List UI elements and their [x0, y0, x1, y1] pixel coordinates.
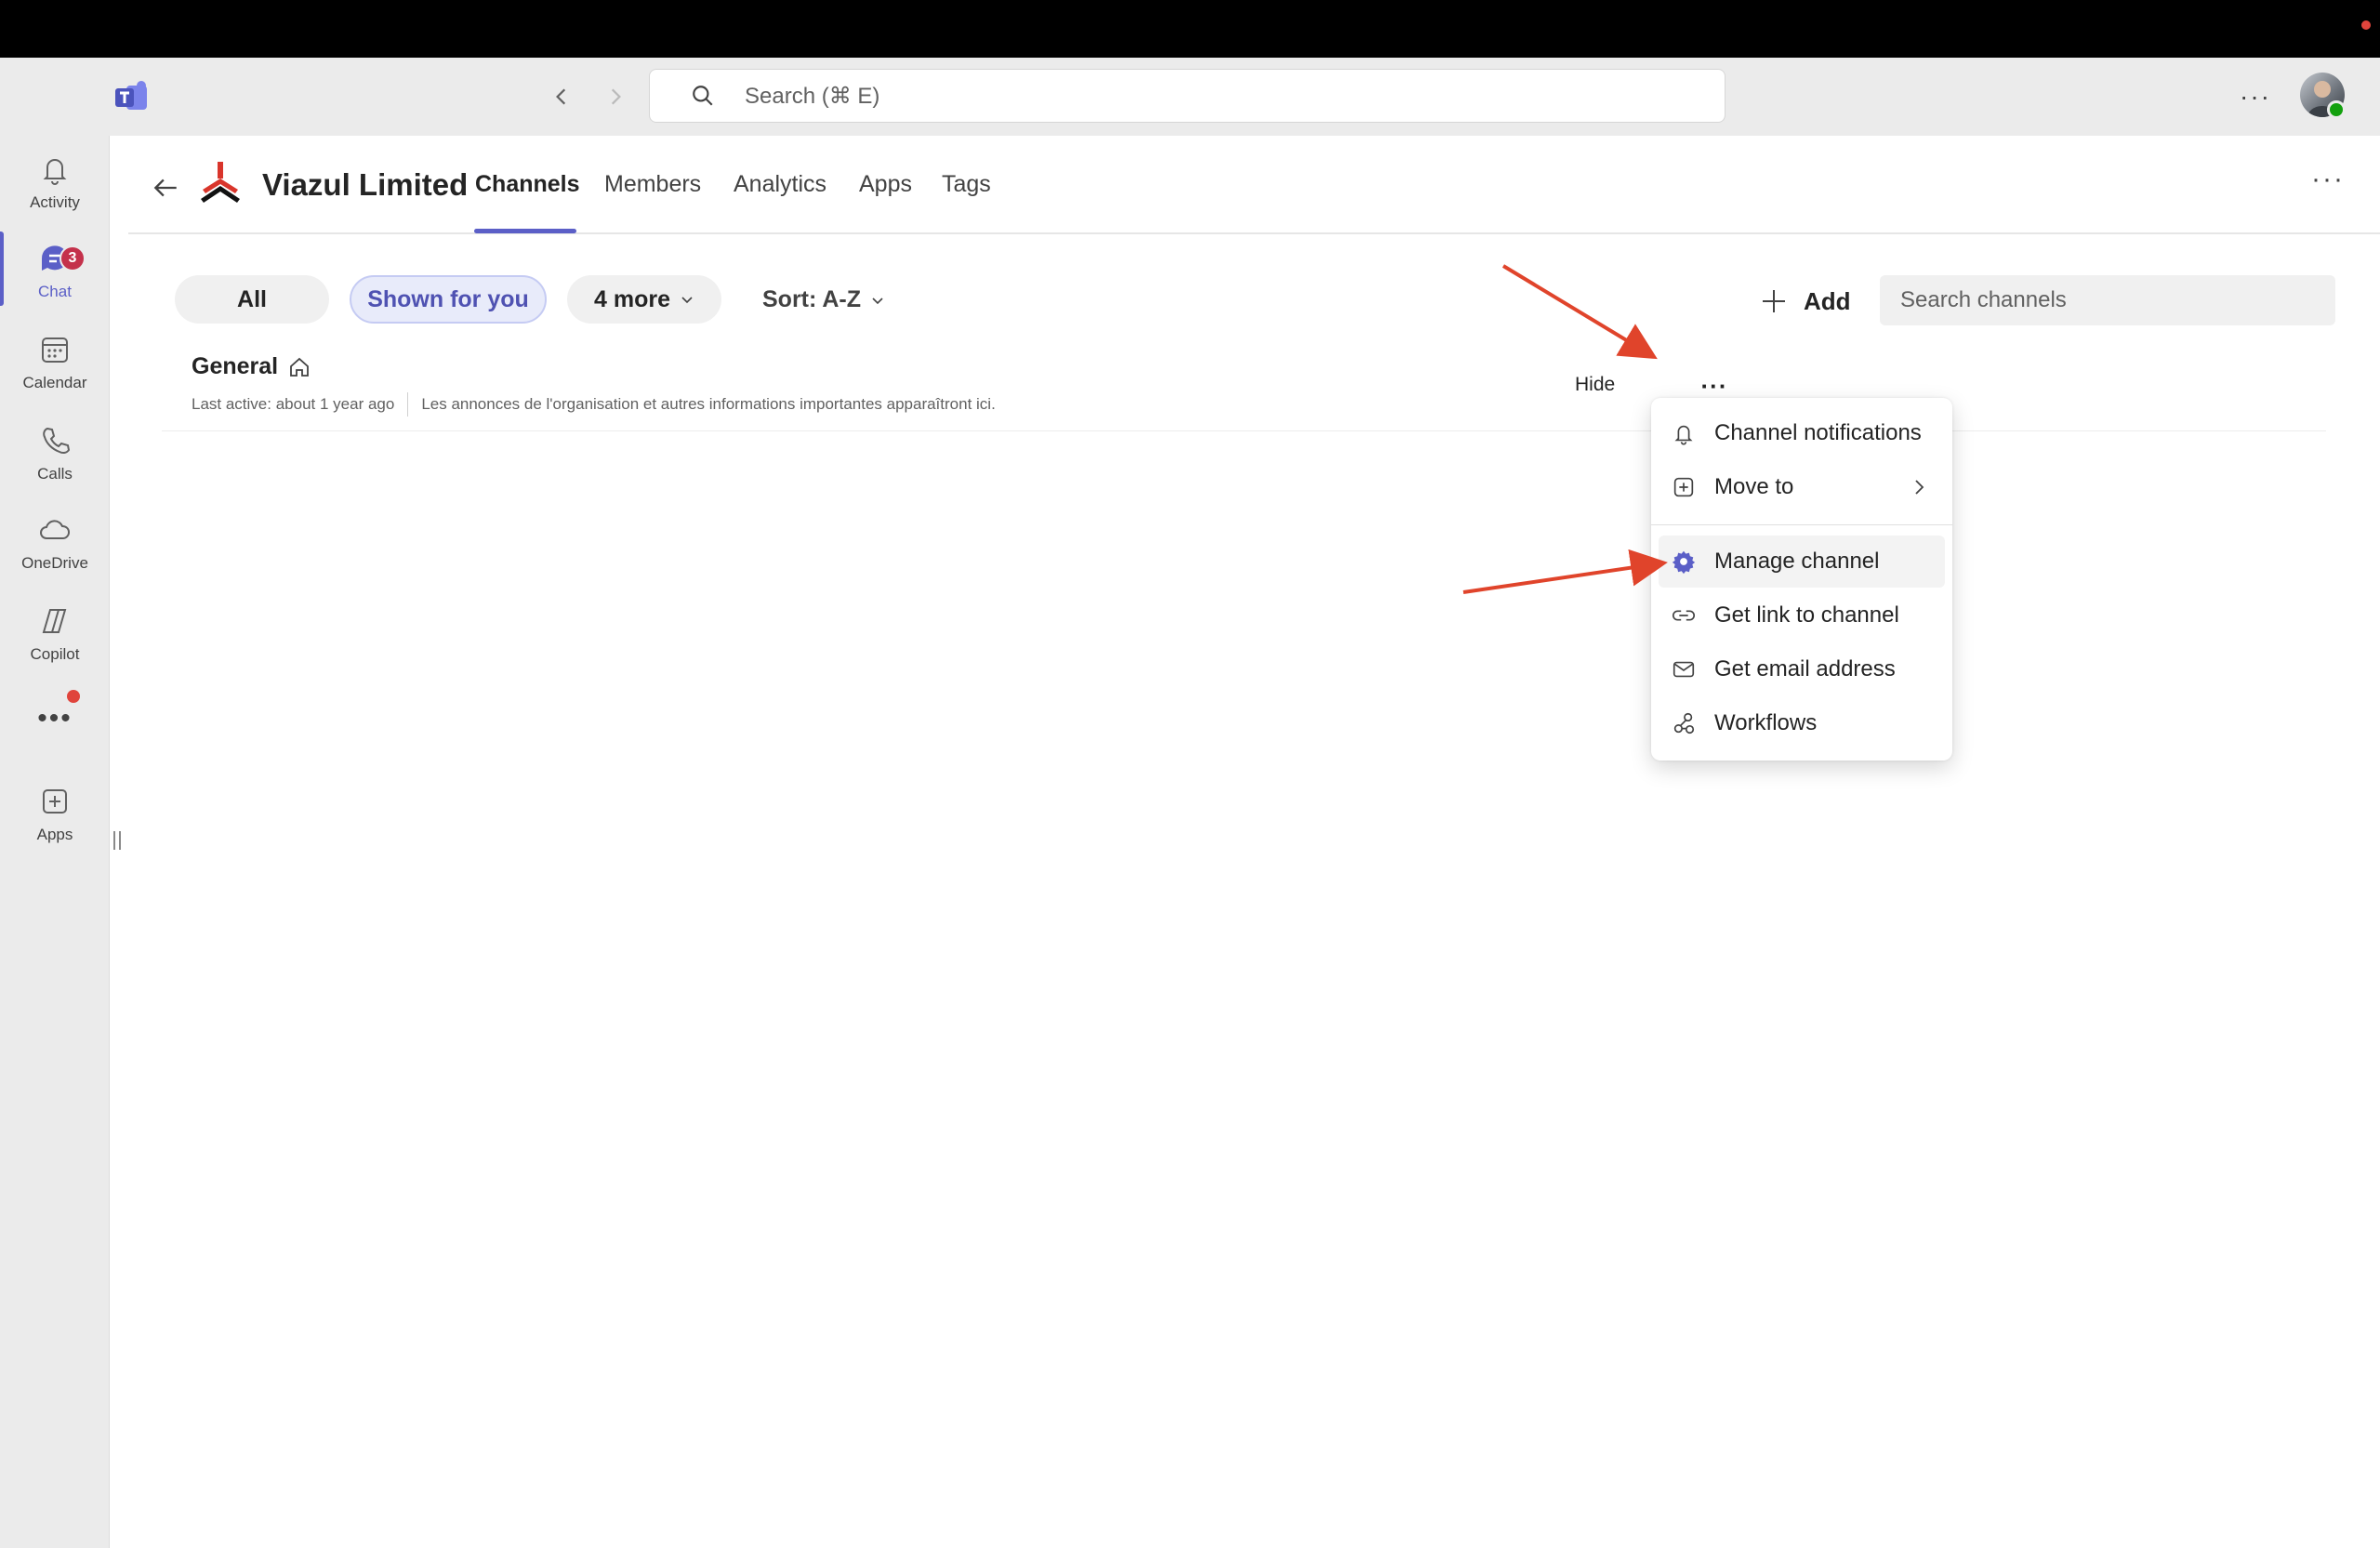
cloud-icon: [40, 520, 70, 539]
forward-navigation-icon[interactable]: [601, 82, 630, 112]
rail-label: Calls: [37, 465, 73, 483]
recording-indicator: [2361, 20, 2371, 30]
tab-tags[interactable]: Tags: [942, 171, 991, 198]
rail-item-chat[interactable]: Chat 3: [0, 240, 110, 320]
unread-badge: 3: [60, 245, 86, 271]
add-channel-button[interactable]: Add: [1759, 283, 1851, 320]
divider: [407, 392, 409, 417]
back-navigation-icon[interactable]: [547, 82, 576, 112]
calendar-icon: [42, 337, 68, 363]
channel-row[interactable]: General Last active: about 1 year ago Le…: [162, 346, 2326, 431]
back-arrow-icon[interactable]: [147, 169, 184, 206]
team-channels-view: Viazul Limited Channels Members Analytic…: [128, 136, 2380, 1548]
more-apps-icon[interactable]: •••: [0, 703, 110, 734]
rail-item-activity[interactable]: Activity: [0, 151, 110, 231]
filter-shown-for-you-button[interactable]: Shown for you: [350, 275, 547, 324]
hide-channel-button[interactable]: Hide: [1575, 374, 1615, 396]
app-rail: Activity Chat 3 Calendar Calls OneDrive …: [0, 136, 110, 1548]
gear-icon: [1670, 548, 1698, 576]
channel-name: General: [192, 353, 311, 380]
menu-item-move-to[interactable]: Move to: [1659, 461, 1945, 513]
channel-description: Les annonces de l'organisation et autres…: [421, 395, 996, 413]
filter-more-label: 4 more: [594, 285, 670, 312]
sort-dropdown[interactable]: Sort: A-Z: [762, 286, 885, 313]
rail-label: Apps: [36, 826, 73, 843]
bell-icon: [1670, 419, 1698, 447]
search-channels-input[interactable]: Search channels: [1880, 275, 2335, 325]
channel-name-text: General: [192, 353, 279, 379]
move-icon: [1670, 473, 1698, 501]
settings-more-icon[interactable]: ···: [2239, 80, 2272, 113]
mail-icon: [1670, 655, 1698, 683]
rail-item-calls[interactable]: Calls: [0, 422, 110, 502]
tab-apps[interactable]: Apps: [859, 171, 912, 198]
menu-item-label: Move to: [1714, 474, 1794, 499]
search-icon: [691, 82, 719, 110]
rail-item-apps[interactable]: Apps: [0, 783, 110, 863]
workflows-icon: [1670, 709, 1698, 737]
chevron-right-icon: [1915, 480, 1924, 495]
menu-item-get-link[interactable]: Get link to channel: [1659, 589, 1945, 642]
rail-resize-handle[interactable]: [113, 831, 121, 850]
presence-available-icon: [2327, 100, 2346, 119]
filter-more-dropdown[interactable]: 4 more: [567, 275, 721, 324]
rail-label: Calendar: [22, 374, 87, 391]
tab-members[interactable]: Members: [604, 171, 701, 198]
search-channels-placeholder: Search channels: [1900, 287, 2067, 312]
add-label: Add: [1804, 286, 1851, 315]
active-tab-indicator: [474, 229, 576, 233]
teams-logo-icon[interactable]: [113, 80, 151, 113]
rail-label: Activity: [30, 193, 80, 211]
sort-label: Sort: A-Z: [762, 286, 861, 312]
menu-divider: [1651, 524, 1952, 525]
add-app-icon: [43, 789, 67, 814]
notification-dot: [67, 690, 80, 703]
global-search-input[interactable]: Search (⌘ E): [649, 69, 1726, 123]
bell-icon: [43, 159, 67, 185]
team-header: Viazul Limited Channels Members Analytic…: [128, 136, 2380, 234]
link-icon: [1670, 602, 1698, 629]
chevron-down-icon: [872, 297, 883, 304]
tab-analytics[interactable]: Analytics: [734, 171, 826, 198]
channel-more-options-icon[interactable]: ···: [1696, 372, 1733, 400]
copilot-icon: [42, 609, 67, 633]
phone-icon: [43, 427, 71, 455]
menu-item-manage-channel[interactable]: Manage channel: [1659, 536, 1945, 588]
channel-context-menu: Channel notifications Move to Manage cha…: [1651, 398, 1952, 761]
rail-item-onedrive[interactable]: OneDrive: [0, 511, 110, 591]
rail-label: OneDrive: [21, 554, 88, 572]
rail-label: Copilot: [30, 645, 80, 663]
menu-item-label: Manage channel: [1714, 549, 1880, 574]
menu-item-label: Workflows: [1714, 710, 1818, 735]
menu-item-label: Get email address: [1714, 656, 1896, 681]
filter-all-button[interactable]: All: [175, 275, 329, 324]
tab-channels[interactable]: Channels: [475, 171, 580, 198]
chevron-down-icon: [681, 297, 693, 304]
plus-icon: [1763, 290, 1785, 312]
title-bar: Search (⌘ E) ···: [0, 58, 2380, 136]
rail-item-copilot[interactable]: Copilot: [0, 602, 110, 682]
channel-meta: Last active: about 1 year ago Les annonc…: [192, 392, 996, 417]
menu-item-label: Get link to channel: [1714, 602, 1899, 628]
menu-item-get-email[interactable]: Get email address: [1659, 643, 1945, 695]
rail-label: Chat: [38, 283, 72, 300]
home-icon: [290, 357, 310, 377]
rail-item-calendar[interactable]: Calendar: [0, 331, 110, 411]
team-more-options-icon[interactable]: ···: [2311, 164, 2345, 195]
screen-top-bar: [0, 0, 2380, 58]
channel-last-active: Last active: about 1 year ago: [192, 395, 395, 413]
menu-item-workflows[interactable]: Workflows: [1659, 697, 1945, 749]
menu-item-channel-notifications[interactable]: Channel notifications: [1659, 407, 1945, 459]
menu-item-label: Channel notifications: [1714, 420, 1922, 445]
team-logo-icon: [195, 158, 245, 208]
search-placeholder: Search (⌘ E): [745, 83, 880, 109]
team-name: Viazul Limited: [262, 167, 469, 202]
